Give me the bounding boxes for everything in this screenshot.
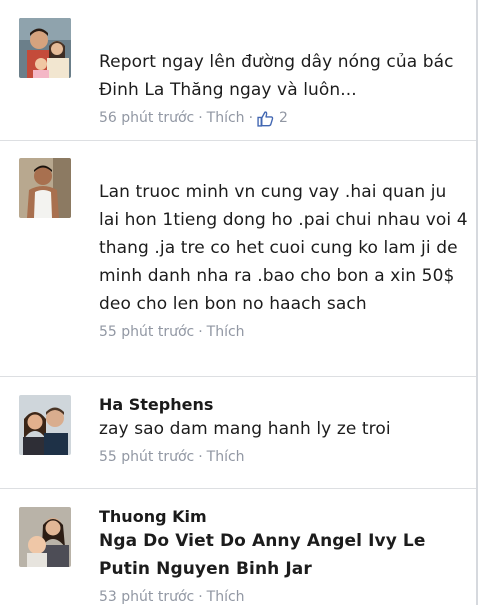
comment-meta: 56 phút trước · Thích · 2 <box>99 108 468 128</box>
meta-separator: · <box>198 324 203 340</box>
meta-separator: · <box>198 110 203 126</box>
comment-timestamp[interactable]: 56 phút trước <box>99 108 194 128</box>
meta-separator: · <box>198 449 203 465</box>
comment-timestamp[interactable]: 55 phút trước <box>99 447 194 467</box>
comment-timestamp[interactable]: 53 phút trước <box>99 587 194 607</box>
comment-item: Lan truoc minh vn cung vay .hai quan ju … <box>0 141 476 377</box>
user-photo-couple-icon <box>19 395 71 455</box>
like-button[interactable]: Thích <box>207 587 245 607</box>
meta-separator: · <box>248 110 254 126</box>
avatar[interactable] <box>19 395 71 455</box>
comment-author[interactable]: Thuong Kim <box>99 507 468 527</box>
comment-feed: Report ngay lên đường dây nóng của bác Đ… <box>0 0 478 605</box>
like-count: 2 <box>279 110 288 126</box>
user-photo-mother-child-icon <box>19 507 71 567</box>
like-count-badge[interactable]: 2 <box>257 108 288 128</box>
comment-meta: 55 phút trước · Thích <box>99 322 468 342</box>
comment-meta: 53 phút trước · Thích <box>99 587 468 607</box>
user-photo-man-icon <box>19 158 71 218</box>
comment-item: Thuong Kim Nga Do Viet Do Anny Angel Ivy… <box>0 489 476 605</box>
avatar[interactable] <box>19 507 71 567</box>
comment-text: zay sao dam mang hanh ly ze troi <box>99 419 391 439</box>
like-button[interactable]: Thích <box>207 447 245 467</box>
like-button[interactable]: Thích <box>207 322 245 342</box>
avatar[interactable] <box>19 158 71 218</box>
like-button[interactable]: Thích <box>207 108 245 128</box>
comment-text: Lan truoc minh vn cung vay .hai quan ju … <box>99 182 468 314</box>
comment-meta: 55 phút trước · Thích <box>99 447 468 467</box>
thumbs-up-icon <box>257 110 274 127</box>
meta-separator: · <box>198 589 203 605</box>
avatar[interactable] <box>19 18 71 78</box>
comment-text: Nga Do Viet Do Anny Angel Ivy Le Putin N… <box>99 531 426 579</box>
comment-text: Report ngay lên đường dây nóng của bác Đ… <box>99 52 454 100</box>
comment-timestamp[interactable]: 55 phút trước <box>99 322 194 342</box>
comment-author[interactable]: Ha Stephens <box>99 395 468 415</box>
comment-item: Ha Stephens zay sao dam mang hanh ly ze … <box>0 377 476 489</box>
comment-item: Report ngay lên đường dây nóng của bác Đ… <box>0 0 476 141</box>
user-photo-family-icon <box>19 18 71 78</box>
